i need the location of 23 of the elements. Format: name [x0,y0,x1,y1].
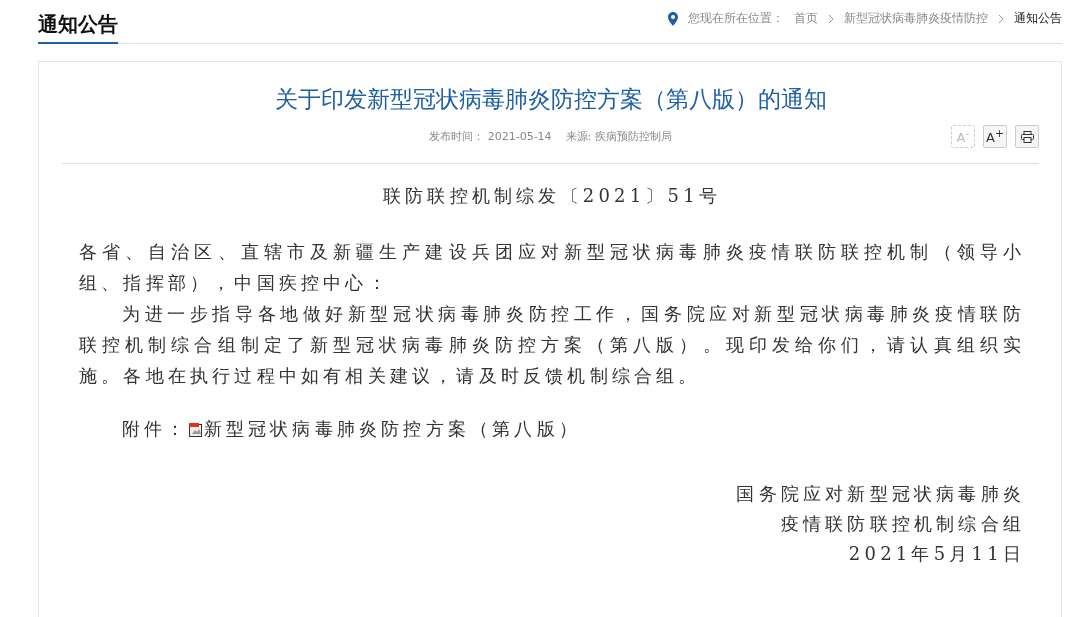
article-title: 关于印发新型冠状病毒肺炎防控方案（第八版）的通知 [273,85,828,114]
breadcrumb-link[interactable]: 首页 [794,10,818,27]
font-size-button[interactable]: A$^{+}$ [983,125,1007,148]
location-pin-icon [668,11,678,26]
breadcrumb-link[interactable]: 新型冠状病毒肺炎疫情防控 [844,10,988,27]
signature-line: 2021年5月11日 [848,542,1025,566]
signature-line: 国务院应对新型冠状病毒肺炎 [736,482,1025,506]
section-title: 通知公告 [38,11,118,44]
chevron-right-icon [828,13,834,24]
breadcrumb-label: 您现在所在位置： [688,10,784,27]
document-number: 联防联控机制综发〔2021〕51号 [381,184,723,208]
breadcrumb-link[interactable]: 通知公告 [1014,10,1062,27]
chevron-right-icon [998,13,1004,24]
body-paragraph: 各省、自治区、直辖市及新疆生产建设兵团应对新型冠状病毒肺炎疫情联防联控机制（领导小组、指挥部），中国疾控中心： [79,240,1025,295]
body-paragraph: 为进一步指导各地做好新型冠状病毒肺炎防控工作，国务院应对新型冠状病毒肺炎疫情联防联控机制综合组制定了新型冠状病毒肺炎防控方案（第八版）。现印发给你们，请认真组织实施。各地在执行过程中如有相关建议，请及时反馈机制综合组。 [79,302,1025,388]
print-button[interactable] [1015,125,1039,148]
pdf-file-icon [188,421,203,437]
signature-line: 疫情联防联控机制综合组 [780,512,1025,536]
attachment-link[interactable]: 新型冠状病毒肺炎防控方案（第八版） [203,417,581,441]
print-icon [1020,130,1034,143]
meta-text: 来源: 疾病预防控制局 [565,129,672,145]
meta-text: 发布时间： 2021-05-14 [429,129,552,145]
attachment-label: 附件： [122,417,189,441]
